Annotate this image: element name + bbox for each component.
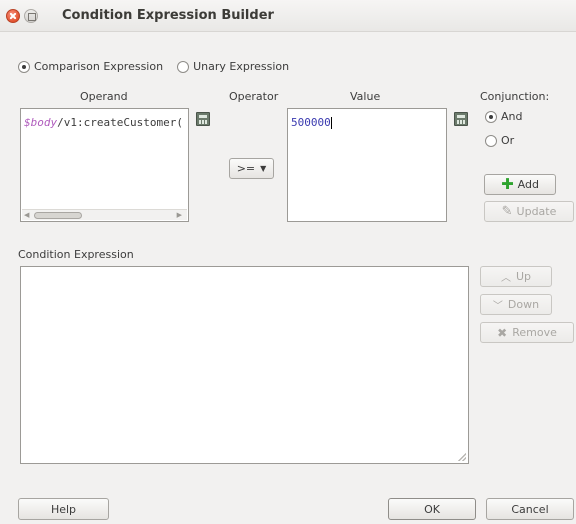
- maximize-window-icon[interactable]: [24, 9, 38, 23]
- chevron-down-icon: ▼: [260, 164, 267, 173]
- conjunction-or-option[interactable]: Or: [485, 134, 528, 147]
- down-button[interactable]: ﹀ Down: [480, 294, 552, 315]
- operator-select[interactable]: >= ▼: [229, 158, 274, 179]
- chevron-up-icon: ︿: [500, 273, 511, 284]
- operand-header: Operand: [80, 90, 128, 103]
- condition-expression-area[interactable]: [20, 266, 469, 464]
- resize-grip-icon[interactable]: [458, 453, 466, 461]
- scroll-left-icon[interactable]: ◀: [24, 211, 29, 219]
- ok-label: OK: [424, 502, 440, 516]
- title-bar: Condition Expression Builder: [0, 0, 576, 32]
- unary-expression-radio[interactable]: [177, 60, 190, 73]
- add-button[interactable]: ✚ Add: [484, 174, 556, 195]
- and-label[interactable]: And: [501, 110, 522, 123]
- value-text: 500000: [291, 116, 332, 129]
- operand-expression-builder-icon[interactable]: [196, 112, 210, 126]
- value-field[interactable]: 500000: [287, 108, 447, 222]
- help-button[interactable]: Help: [18, 498, 109, 520]
- conjunction-and-option[interactable]: And: [485, 110, 536, 123]
- and-radio[interactable]: [485, 110, 497, 123]
- help-label: Help: [50, 502, 77, 516]
- or-label[interactable]: Or: [501, 134, 514, 147]
- operator-header: Operator: [229, 90, 279, 103]
- condition-expression-label: Condition Expression: [18, 248, 134, 261]
- pencil-icon: ✎: [501, 204, 513, 219]
- operand-horizontal-scrollbar[interactable]: ◀ ▶: [22, 209, 187, 220]
- value-header: Value: [350, 90, 381, 103]
- update-button[interactable]: ✎ Update: [484, 201, 574, 222]
- remove-x-icon: ✖: [497, 325, 508, 340]
- ok-button[interactable]: OK: [388, 498, 476, 520]
- up-button[interactable]: ︿ Up: [480, 266, 552, 287]
- close-window-icon[interactable]: [6, 9, 20, 23]
- remove-button[interactable]: ✖ Remove: [480, 322, 574, 343]
- scrollbar-thumb[interactable]: [34, 212, 82, 219]
- comparison-expression-label[interactable]: Comparison Expression: [34, 60, 163, 73]
- add-plus-icon: ✚: [501, 175, 514, 193]
- conjunction-header: Conjunction:: [480, 90, 550, 103]
- operand-field[interactable]: $body/v1:createCustomer( ◀ ▶: [20, 108, 189, 222]
- window-title: Condition Expression Builder: [62, 8, 274, 23]
- or-radio[interactable]: [485, 134, 497, 147]
- value-expression-builder-icon[interactable]: [454, 112, 468, 126]
- expression-type-group: Comparison Expression Unary Expression: [18, 60, 303, 73]
- operator-selected-value: >=: [236, 162, 256, 175]
- unary-expression-label[interactable]: Unary Expression: [193, 60, 289, 73]
- scroll-right-icon[interactable]: ▶: [177, 211, 182, 219]
- text-caret: [330, 117, 332, 129]
- cancel-label: Cancel: [511, 502, 549, 516]
- operand-text: $body/v1:createCustomer(: [24, 116, 183, 129]
- comparison-expression-radio[interactable]: [18, 60, 30, 73]
- cancel-button[interactable]: Cancel: [486, 498, 574, 520]
- chevron-down-small-icon: ﹀: [492, 301, 503, 312]
